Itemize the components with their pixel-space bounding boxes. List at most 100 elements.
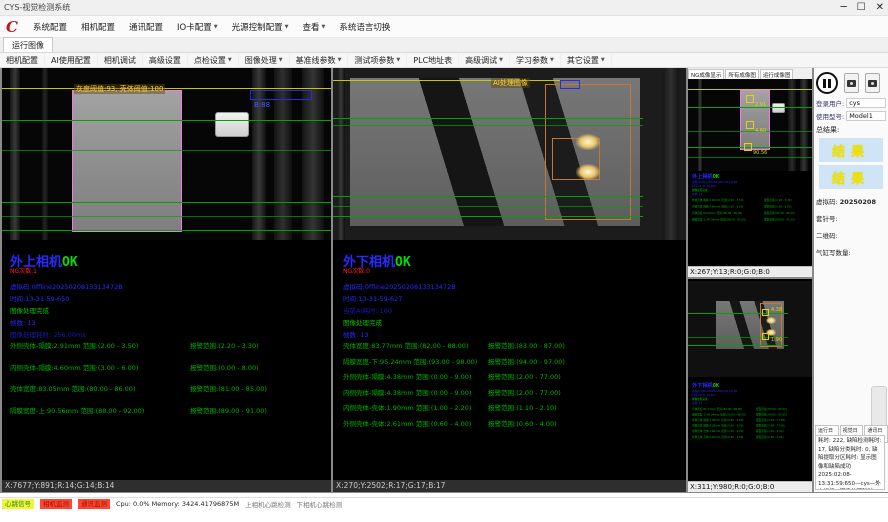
toolbar-button-label: 测试项参数 [354,55,394,66]
camera-image-upper: 灰度阈值:93, 壳体阈值:100 B:88 [2,68,331,240]
toolbar-button[interactable]: 其它设置 ▼ [561,54,612,66]
measurement-list-upper: 外侧壳体-隔膜:2.91mm 范围:(2.00 - 3.50) 报警范围:(2.… [10,340,325,426]
toolbar-button[interactable]: 测试项参数 ▼ [348,54,407,66]
toolbar-button[interactable]: PLC地址表 [407,54,459,66]
defect-marker [762,333,769,340]
alarm-range: 报警范围:(2.00 - 77.00) [488,371,561,381]
measurement-value: 隔膜宽度-上:90.56mm 范围:(88.00 - 92.00) [10,405,144,415]
needle-label: 套针号: [816,213,888,223]
alarm-range: 报警范围:(94.00 - 97.00) [488,356,565,366]
thumbnail-overlay-upper: 外上相机OK 虚拟码:0ffline2025020813313472B 时间:1… [692,172,812,224]
toolbar-button-label: 相机配置 [6,55,38,66]
vcode-label: 虚拟码: [816,198,838,206]
login-user-input[interactable]: cys [846,98,886,108]
measurement-row: 外侧壳体-隔膜:4.38mm 范围:(0.00 - 9.00) 报警范围:(2.… [343,371,683,381]
camera-upper-button[interactable] [844,73,859,93]
defect-marker [762,309,769,316]
toolbar-button-label: AI使用配置 [51,55,91,66]
measurement-value: 内侧壳体-隔膜:4.38mm 范围:(0.00 - 9.00) [343,387,471,397]
vcode-field: 虚拟码: 20250208 [816,196,888,206]
menu-bar: C 系统配置 相机配置 通讯配置 IO卡配置 [0,16,888,38]
measurement-row: 壳体宽度:83.05mm 范围:(80.00 - 86.00) 报警范围:(81… [10,383,325,393]
result-badge: 结果 [819,165,883,189]
chevron-down-icon: ▼ [214,24,218,30]
chevron-down-icon: ▼ [279,57,283,63]
tab-run-image[interactable]: 运行图像 [3,37,53,52]
sidebar-buttons [816,72,880,94]
toolbar-button[interactable]: 点检设置 ▼ [188,54,239,66]
measurement-value: 壳体宽度:83.77mm 范围:(82.00 - 88.00) [343,340,468,350]
measurement-value: 隔膜宽度-下:95.24mm 范围:(93.00 - 98.00) [343,356,477,366]
chevron-down-icon: ▼ [550,57,554,63]
toolbar-button-label: 高级设置 [149,55,181,66]
frames-line: 帧数: 13 [343,329,369,339]
time-line: 时间:13-31-59-627 [343,293,402,303]
camera-view-lower[interactable]: AI处理图像 外下相机OK NG次数:0 虚拟码:0ffline20250208… [333,68,686,492]
toolbar-button[interactable]: 学习参数 ▼ [510,54,561,66]
camera-monitor-badge: 相机监测 [40,499,72,509]
menu-items: 系统配置 相机配置 通讯配置 IO卡配置 ▼ [26,21,397,33]
chevron-down-icon: ▼ [601,57,605,63]
close-icon[interactable]: ✕ [876,1,884,15]
toolbar-button[interactable]: 相机调试 [98,54,143,66]
toolbar-button[interactable]: 基准线参数 ▼ [290,54,349,66]
measurement-row: 壳体宽度:83.77mm 范围:(82.00 - 88.00) 报警范围:(83… [343,340,683,350]
done-line: 图像处理完成 [10,305,49,315]
thumbnail-tab[interactable]: NG成像显示 [688,69,724,79]
done-line: 图像处理完成 [343,317,382,327]
thumbnail-tab[interactable]: 所有成像图 [725,69,759,79]
camera-icon [847,80,856,87]
menu-item[interactable]: 光源控制配置 ▼ [225,21,296,33]
alarm-range: 报警范围:(0.60 - 4.00) [488,418,557,428]
menu-item[interactable]: 系统配置 [26,21,74,33]
login-user-label: 登录用户: [816,98,844,108]
defect-marker [746,95,754,103]
alarm-range: 报警范围:(2.20 - 3.30) [190,340,259,350]
camera-lower-button[interactable] [865,73,880,93]
menu-item[interactable]: 系统语言切换 [332,21,397,33]
toolbar-button[interactable]: 图像处理 ▼ [239,54,290,66]
vcode-line: 虚拟码:0ffline2025020813313472B [10,281,123,291]
defect-marker [744,143,752,151]
main-area: 灰度阈值:93, 壳体阈值:100 B:88 外上相机OK NG次数:1 虚拟码… [0,68,888,493]
time-line: 时间:13-31-59-650 [10,293,69,303]
log-text-area[interactable]: 耗时: 222, 缺陷检测耗时: 17, 缺陷分类耗时: 0, 缺陷提取分区耗时… [815,435,885,490]
toolbar-button[interactable]: 高级调试 ▼ [459,54,510,66]
camera-view-upper[interactable]: 灰度阈值:93, 壳体阈值:100 B:88 外上相机OK NG次数:1 虚拟码… [2,68,331,492]
model-field: 使用型号: Model1 [816,111,886,121]
model-input[interactable]: Model1 [846,111,886,121]
toolbar-button-label: 图像处理 [245,55,277,66]
menu-item-label: 通讯配置 [129,21,163,33]
menu-item[interactable]: 通讯配置 [122,21,170,33]
login-user-field: 登录用户: cys [816,98,886,108]
threshold-label: 灰度阈值:93, 壳体阈值:100 [74,84,165,94]
menu-item[interactable]: 查看 ▼ [295,21,332,33]
measurement-row: 外侧壳体-隔膜:2.91mm 范围:(2.00 - 3.50) 报警范围:(2.… [10,340,325,350]
ng-thumbnail-view-upper[interactable]: NG成像显示 所有成像图 运行成像图 2. [688,68,812,277]
lower-cam-heartbeat-label: 下相机心跳检测 [297,499,343,509]
app-logo-icon: C [0,18,26,36]
toolbar-button[interactable]: 高级设置 [143,54,188,66]
ng-thumbnail-view-lower[interactable]: 4.38 1.90 外下相机OK 虚拟码:0ffline202502081331… [688,279,812,492]
thumbnail-image-lower: 4.38 1.90 [688,281,812,377]
pixel-coord-readout-thumb-upper: X:267;Y:13;R:0;G:0;B:0 [688,266,812,277]
menu-item-label: 相机配置 [81,21,115,33]
result-ok: OK [395,255,411,270]
menu-item-label: 系统语言切换 [339,21,390,33]
pause-button[interactable] [816,72,838,94]
toolbar-button-label: 其它设置 [567,55,599,66]
pixel-coord-readout-upper: X:7677;Y:891;R:14;G:14;B:14 [2,480,331,492]
minimize-icon[interactable]: ─ [841,1,847,15]
window-controls: ─ ☐ ✕ [841,1,884,15]
menu-item[interactable]: 相机配置 [74,21,122,33]
measurement-row: 隔膜宽度-下:95.24mm 范围:(93.00 - 98.00) 报警范围:(… [343,356,683,366]
menu-item[interactable]: IO卡配置 ▼ [170,21,225,33]
toolbar-button[interactable]: 相机配置 [0,54,45,66]
ai-time-line: 当前AI耗时: 160 [343,305,392,315]
result-badge: 结果 [819,138,883,162]
camera-image-lower: AI处理图像 [333,68,686,240]
thumbnail-tab[interactable]: 运行成像图 [760,69,794,79]
toolbar-button[interactable]: AI使用配置 [45,54,98,66]
maximize-icon[interactable]: ☐ [857,1,866,15]
pixel-coord-readout-thumb-lower: X:311;Y:980;R:0;G:0;B:0 [688,481,812,492]
